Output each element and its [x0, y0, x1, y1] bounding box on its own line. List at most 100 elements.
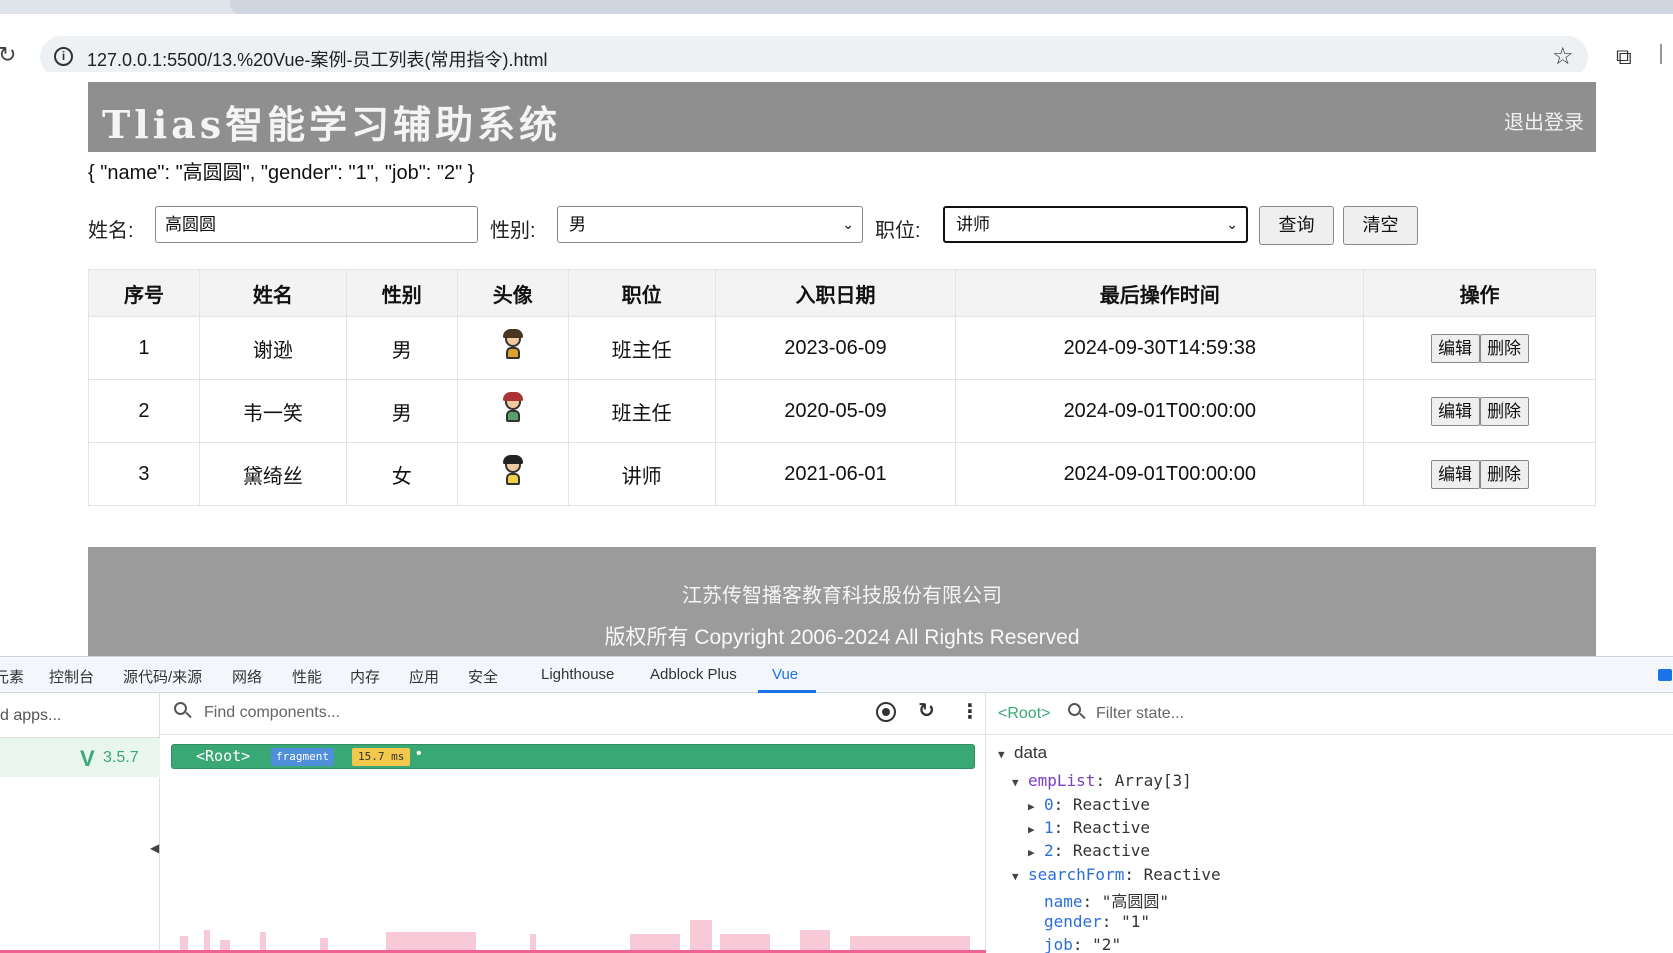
app-title: Tlias智能学习辅助系统: [102, 102, 562, 147]
state-header: <Root> Filter state...: [986, 693, 1673, 735]
col-header-gender: 性别: [345, 269, 458, 317]
cell-updatetime: 2024-09-30T14:59:38: [955, 316, 1365, 380]
state-field-emplist[interactable]: ▼ empList: Array[3]: [1012, 771, 1192, 790]
fragment-badge: fragment: [271, 748, 334, 766]
tab-security[interactable]: 安全: [468, 666, 498, 687]
edit-button[interactable]: 编辑: [1430, 459, 1480, 489]
state-item[interactable]: ▶ 1: Reactive: [1028, 818, 1150, 837]
cell-id: 2: [88, 379, 200, 443]
browser-menu-icon[interactable]: [1660, 44, 1663, 64]
cell-avatar: [456, 379, 569, 443]
select-component-icon[interactable]: [876, 702, 896, 722]
delete-button[interactable]: 删除: [1479, 459, 1529, 489]
reload-icon[interactable]: ↻: [0, 42, 16, 68]
root-tag: <Root>: [196, 747, 251, 765]
table-row: 2 韦一笑 男 班主任 2020-05-09 2024-09-01T00:00:…: [88, 379, 1596, 443]
browser-toolbar: ↻ i 127.0.0.1:5500/13.%20Vue-案例-员工列表(常用指…: [0, 14, 1673, 78]
url-text[interactable]: 127.0.0.1:5500/13.%20Vue-案例-员工列表(常用指令).h…: [87, 46, 548, 72]
data-section[interactable]: ▼ data: [998, 743, 1047, 763]
tab-console[interactable]: 控制台: [49, 666, 94, 687]
table-row: 1 谢逊 男 班主任 2023-06-09 2024-09-30T14:59:3…: [88, 316, 1596, 380]
avatar-image: [499, 455, 527, 487]
cell-updatetime: 2024-09-01T00:00:00: [955, 379, 1365, 443]
more-options-icon[interactable]: ⋮: [960, 699, 980, 724]
state-field[interactable]: name: "高圆圆": [1044, 888, 1169, 912]
find-components-input[interactable]: Find components...: [204, 704, 340, 722]
search-form: 姓名: 高圆圆 性别: 男 ⌄ 职位: 讲师 ⌄ 查询 清空: [88, 204, 1596, 248]
job-label: 职位:: [875, 220, 921, 242]
vue-version: 3.5.7: [103, 749, 139, 766]
chevron-down-icon: ⌄: [842, 216, 854, 232]
state-field-searchform[interactable]: ▼ searchForm: Reactive: [1012, 865, 1221, 884]
delete-button[interactable]: 删除: [1479, 396, 1529, 426]
cell-gender: 男: [345, 379, 458, 443]
tab-network[interactable]: 网络: [232, 666, 262, 687]
cell-actions: 编辑 删除: [1363, 379, 1596, 443]
gender-select[interactable]: 男 ⌄: [557, 206, 863, 243]
query-button[interactable]: 查询: [1259, 206, 1334, 245]
tab-lighthouse[interactable]: Lighthouse: [541, 666, 614, 683]
devtools-panel: 元素 控制台 源代码/来源 网络 性能 内存 应用 安全 Lighthouse …: [0, 656, 1673, 953]
bookmark-star-icon[interactable]: ☆: [1552, 42, 1574, 71]
search-icon: [1068, 703, 1088, 723]
cell-id: 3: [88, 442, 200, 506]
state-item[interactable]: ▶ 2: Reactive: [1028, 841, 1150, 860]
name-label: 姓名:: [88, 220, 134, 242]
page-content: Tlias智能学习辅助系统 退出登录 { "name": "高圆圆", "gen…: [0, 72, 1673, 656]
search-icon: [174, 702, 194, 722]
cell-job: 讲师: [567, 442, 716, 506]
tab-strip: [0, 0, 1673, 14]
col-header-id: 序号: [88, 269, 200, 317]
vue-app-item[interactable]: V 3.5.7: [0, 737, 160, 777]
selected-component-label: <Root>: [998, 705, 1051, 722]
cell-name: 黛绮丝: [198, 442, 347, 506]
edit-button[interactable]: 编辑: [1430, 396, 1480, 426]
chevron-down-icon: ⌄: [1226, 216, 1238, 232]
root-component-node[interactable]: <Root> fragment 15.7 ms •: [171, 744, 975, 769]
collapse-pane-icon[interactable]: ◀: [150, 841, 159, 855]
state-inspector-pane: <Root> Filter state... ▼ data ▼ empList: A…: [986, 693, 1673, 953]
col-header-entrydate: 入职日期: [714, 269, 957, 317]
table-row: 3 黛绮丝 女 讲师 2021-06-01 2024-09-01T00:00:0…: [88, 442, 1596, 506]
cell-name: 谢逊: [198, 316, 347, 380]
job-select-value: 讲师: [956, 215, 990, 234]
state-field[interactable]: job: "2": [1044, 935, 1121, 953]
delete-button[interactable]: 删除: [1479, 333, 1529, 363]
logout-link[interactable]: 退出登录: [1504, 106, 1584, 135]
tab-adblock[interactable]: Adblock Plus: [650, 666, 737, 683]
clear-button[interactable]: 清空: [1343, 206, 1418, 245]
cell-updatetime: 2024-09-01T00:00:00: [955, 442, 1365, 506]
expand-arrow-icon: ▶: [1028, 823, 1035, 836]
extensions-icon[interactable]: ⧉: [1616, 44, 1632, 70]
col-header-actions: 操作: [1363, 269, 1596, 317]
edit-button[interactable]: 编辑: [1430, 333, 1480, 363]
tab-vue[interactable]: Vue: [772, 666, 798, 683]
tab-sources[interactable]: 源代码/来源: [123, 666, 202, 687]
avatar-image: [499, 329, 527, 361]
apps-filter[interactable]: d apps...: [0, 707, 61, 725]
tab-performance[interactable]: 性能: [292, 666, 322, 687]
cell-id: 1: [88, 316, 200, 380]
page-footer: 江苏传智播客教育科技股份有限公司 版权所有 Copyright 2006-202…: [88, 547, 1596, 656]
cell-job: 班主任: [567, 316, 716, 380]
cell-gender: 女: [345, 442, 458, 506]
component-tree-pane: Find components... ↻ ⋮ <Root> fragment 1…: [0, 693, 986, 953]
job-select[interactable]: 讲师 ⌄: [943, 206, 1248, 243]
tab-elements[interactable]: 元素: [0, 666, 24, 687]
filter-state-input[interactable]: Filter state...: [1096, 705, 1184, 723]
cell-entrydate: 2020-05-09: [714, 379, 957, 443]
cell-name: 韦一笑: [198, 379, 347, 443]
state-field[interactable]: gender: "1": [1044, 912, 1150, 931]
messages-icon[interactable]: [1658, 669, 1672, 681]
col-header-avatar: 头像: [456, 269, 569, 317]
state-item[interactable]: ▶ 0: Reactive: [1028, 795, 1150, 814]
site-info-icon[interactable]: i: [54, 47, 73, 66]
active-tab-shape: [230, 0, 1673, 14]
cell-gender: 男: [345, 316, 458, 380]
refresh-icon[interactable]: ↻: [918, 698, 935, 723]
tab-memory[interactable]: 内存: [350, 666, 380, 687]
tab-application[interactable]: 应用: [409, 666, 439, 687]
component-search-row: Find components... ↻ ⋮: [160, 693, 986, 735]
name-input[interactable]: 高圆圆: [155, 206, 478, 243]
avatar-image: [499, 392, 527, 424]
